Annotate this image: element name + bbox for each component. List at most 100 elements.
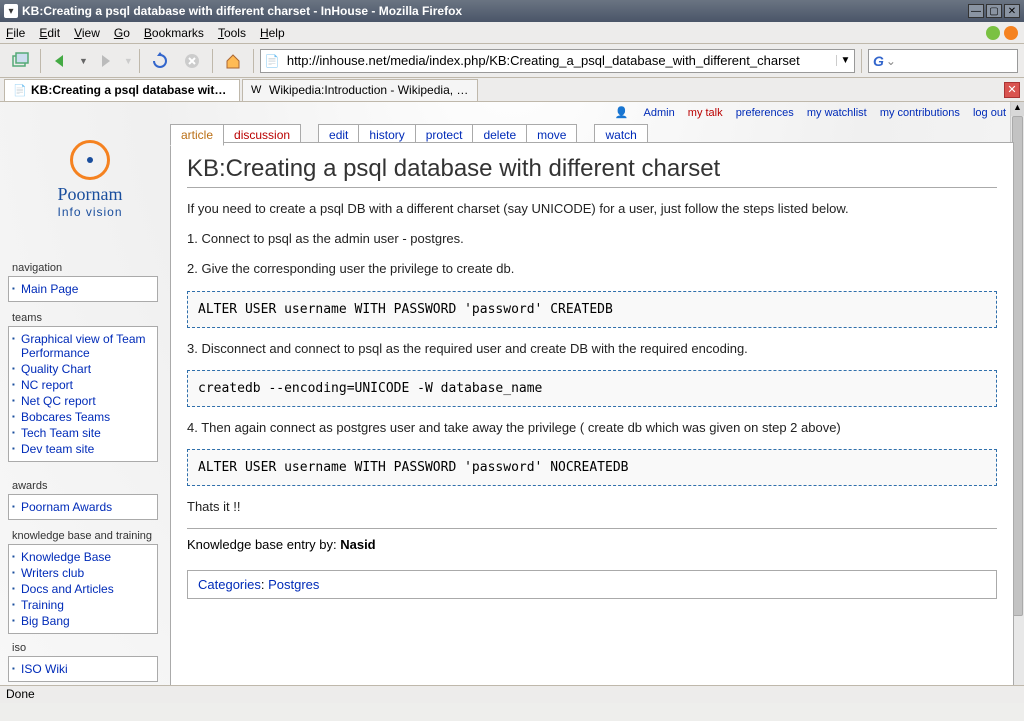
close-button[interactable]: ✕ [1004,4,1020,18]
sidebar-item[interactable]: NC report [11,377,155,393]
forward-dropdown-icon[interactable]: ▼ [124,56,133,66]
page-favicon-icon: 📄 [265,54,281,68]
url-input[interactable] [285,51,836,70]
tab-strip: 📄 KB:Creating a psql database with... W … [0,78,1024,102]
sidebar-item[interactable]: Quality Chart [11,361,155,377]
sidebar-link[interactable]: Training [21,598,64,612]
sidebar-link[interactable]: ISO Wiki [21,662,68,676]
step-3: 3. Disconnect and connect to psql as the… [187,340,997,358]
code-block-2: createdb --encoding=UNICODE -W database_… [187,370,997,407]
sidebar-item[interactable]: Knowledge Base [11,549,155,565]
minimize-button[interactable]: — [968,4,984,18]
sidebar-item[interactable]: Dev team site [11,441,155,457]
maximize-button[interactable]: ▢ [986,4,1002,18]
statusbar: Done [0,685,1024,703]
menu-bookmarks[interactable]: Bookmarks [144,26,204,40]
menu-tools[interactable]: Tools [218,26,246,40]
search-input[interactable] [896,54,1013,68]
stop-button[interactable] [178,47,206,75]
sidebar-item[interactable]: Bobcares Teams [11,409,155,425]
search-box[interactable]: G⌄ [868,49,1018,73]
portlet-iso: iso ISO Wiki [8,640,158,682]
url-dropdown-icon[interactable]: ▼ [836,55,854,66]
sidebar-item[interactable]: Main Page [11,281,155,297]
status-text: Done [6,687,35,701]
menu-go[interactable]: Go [114,26,130,40]
portlet-title: knowledge base and training [8,528,158,544]
sidebar-item[interactable]: Tech Team site [11,425,155,441]
article-body: KB:Creating a psql database with differe… [170,142,1014,703]
step-4: 4. Then again connect as postgres user a… [187,419,997,437]
new-tab-button[interactable] [6,47,34,75]
logo-swirl-icon [70,140,110,180]
sidebar-link[interactable]: Big Bang [21,614,70,628]
sidebar-link[interactable]: Main Page [21,282,78,296]
step-2: 2. Give the corresponding user the privi… [187,260,997,278]
portlet-navigation: navigation Main Page [8,260,158,302]
sidebar-item[interactable]: Graphical view of Team Performance [11,331,155,361]
categories-link[interactable]: Categories [198,577,261,592]
sidebar-link[interactable]: Dev team site [21,442,94,456]
portlet-teams: teams Graphical view of Team Performance… [8,310,158,462]
portlet-title: teams [8,310,158,326]
mytalk-link[interactable]: my talk [688,107,723,119]
tab-favicon-icon: 📄 [13,84,27,97]
browser-tab-1[interactable]: 📄 KB:Creating a psql database with... [4,79,240,101]
portlet-title: iso [8,640,158,656]
sidebar-link[interactable]: Knowledge Base [21,550,111,564]
site-logo[interactable]: Poornam Info vision [20,132,160,219]
user-link[interactable]: Admin [644,107,675,119]
window-title: KB:Creating a psql database with differe… [22,4,966,18]
menubar: File Edit View Go Bookmarks Tools Help [0,22,1024,44]
sidebar-link[interactable]: Bobcares Teams [21,410,110,424]
sidebar-link[interactable]: NC report [21,378,73,392]
scroll-up-icon[interactable]: ▲ [1011,102,1024,116]
sidebar-link[interactable]: Docs and Articles [21,582,114,596]
content-area: ▲ ▼ 👤 Admin my talk preferences my watch… [0,102,1024,703]
forward-button[interactable] [92,47,120,75]
sidebar-item[interactable]: Net QC report [11,393,155,409]
back-dropdown-icon[interactable]: ▼ [79,56,88,66]
tab-label: KB:Creating a psql database with... [31,83,231,97]
home-button[interactable] [219,47,247,75]
watchlist-link[interactable]: my watchlist [807,107,867,119]
sidebar-item[interactable]: Training [11,597,155,613]
reload-button[interactable] [146,47,174,75]
menu-edit[interactable]: Edit [39,26,60,40]
sidebar-link[interactable]: Tech Team site [21,426,101,440]
contributions-link[interactable]: my contributions [880,107,960,119]
page-title: KB:Creating a psql database with differe… [187,155,997,188]
menu-help[interactable]: Help [260,26,285,40]
sidebar-item[interactable]: Docs and Articles [11,581,155,597]
sidebar-item[interactable]: Big Bang [11,613,155,629]
personal-tools: 👤 Admin my talk preferences my watchlist… [615,106,1006,119]
logout-link[interactable]: log out [973,107,1006,119]
sidebar-link[interactable]: Poornam Awards [21,500,112,514]
browser-tab-2[interactable]: W Wikipedia:Introduction - Wikipedia, t.… [242,79,478,101]
back-button[interactable] [47,47,75,75]
status-indicator-icon [986,26,1000,40]
user-icon: 👤 [615,107,629,119]
google-icon: G [873,53,884,69]
sidebar-link[interactable]: Quality Chart [21,362,91,376]
sidebar-item[interactable]: ISO Wiki [11,661,155,677]
tab-label: Wikipedia:Introduction - Wikipedia, t... [269,83,469,97]
url-bar[interactable]: 📄 ▼ [260,49,855,73]
sidebar-item[interactable]: Writers club [11,565,155,581]
sidebar-link[interactable]: Graphical view of Team Performance [21,332,146,360]
menu-file[interactable]: File [6,26,25,40]
window-titlebar: ▾ KB:Creating a psql database with diffe… [0,0,1024,22]
sidebar-link[interactable]: Net QC report [21,394,96,408]
signature: Knowledge base entry by: Nasid [187,528,997,552]
category-postgres[interactable]: Postgres [268,577,319,592]
ca-article[interactable]: article [170,124,224,146]
tab-favicon-icon: W [251,84,265,96]
menu-view[interactable]: View [74,26,100,40]
sidebar-link[interactable]: Writers club [21,566,84,580]
preferences-link[interactable]: preferences [736,107,794,119]
code-block-1: ALTER USER username WITH PASSWORD 'passw… [187,291,997,328]
logo-brand: Poornam [20,184,160,205]
sidebar-item[interactable]: Poornam Awards [11,499,155,515]
close-tab-button[interactable]: ✕ [1004,82,1020,98]
portlet-awards: awards Poornam Awards [8,478,158,520]
